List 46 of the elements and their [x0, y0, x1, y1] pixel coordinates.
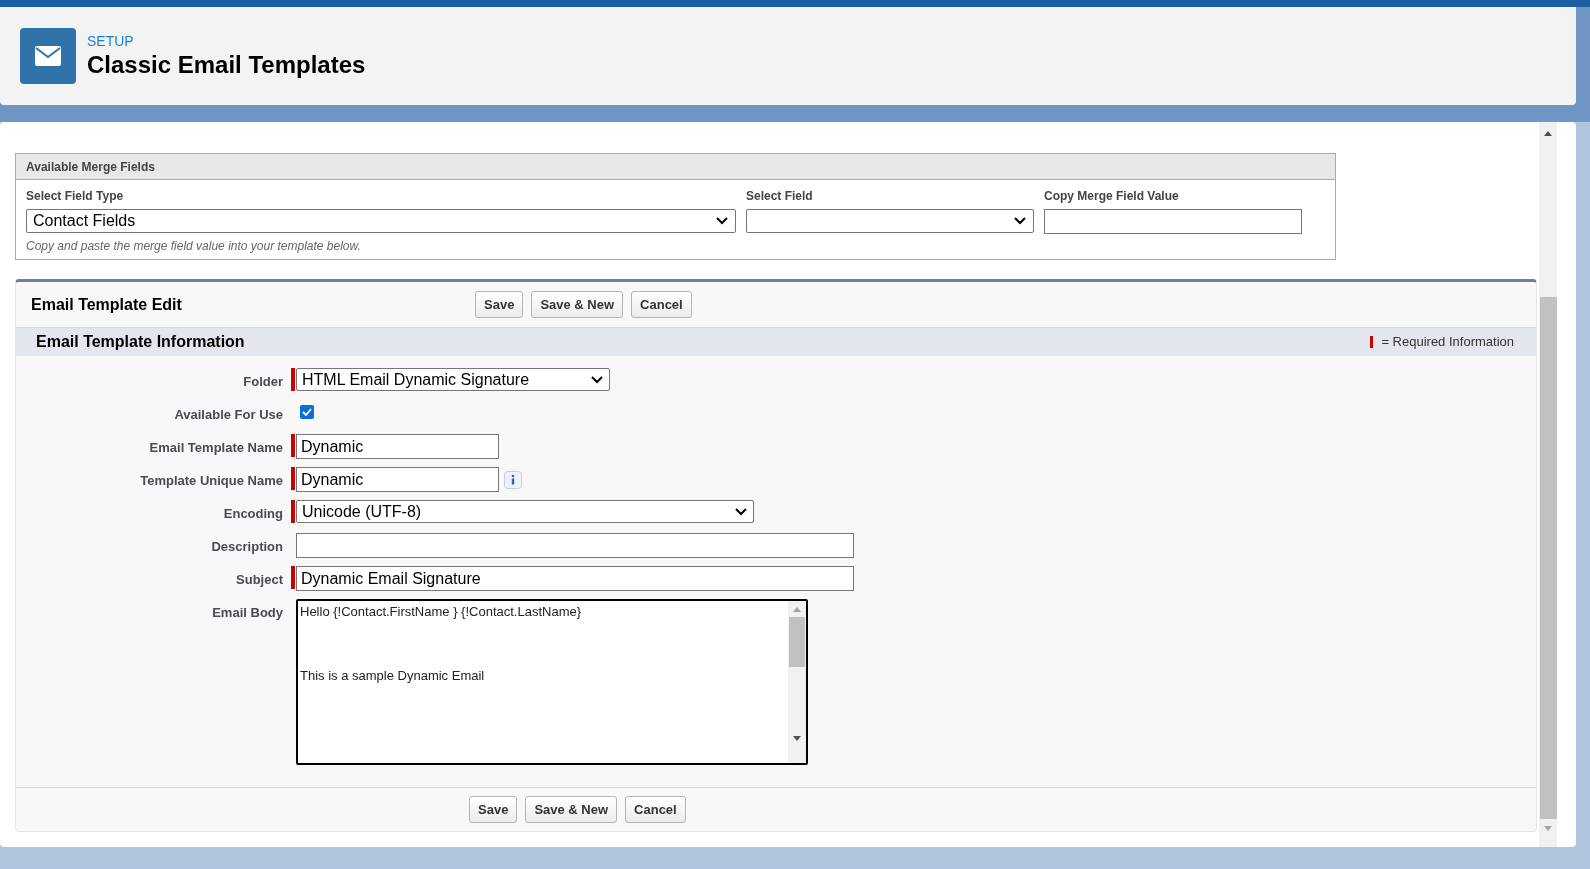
panel-title: Available Merge Fields — [26, 158, 155, 176]
field-label: Template Unique Name — [140, 473, 283, 488]
field-label: Encoding — [223, 506, 283, 521]
form-button[interactable]: Save & New — [525, 796, 618, 823]
scroll-down-icon[interactable] — [792, 735, 802, 743]
email-body-field[interactable]: Hello {!Contact.FirstName } {!Contact.LastName} This is a sample Dynamic Email — [296, 599, 808, 765]
breadcrumb[interactable]: SETUP — [87, 32, 366, 50]
field-label: Description — [211, 539, 283, 554]
chevron-down-icon — [1013, 216, 1027, 226]
scrollbar[interactable] — [788, 601, 806, 763]
field-label: Email Body — [212, 605, 283, 620]
chevron-down-icon — [715, 216, 729, 226]
chevron-down-icon — [734, 506, 748, 517]
section-title: Email Template Information — [36, 332, 245, 352]
scrollbar[interactable] — [1539, 122, 1557, 847]
form-button[interactable]: Cancel — [625, 796, 686, 823]
field-label: Copy Merge Field Value — [1044, 188, 1180, 205]
scroll-up-icon[interactable] — [1543, 129, 1553, 137]
page-title: Classic Email Templates — [87, 50, 366, 80]
form-button[interactable]: Save — [475, 291, 524, 318]
info-icon[interactable] — [504, 470, 522, 489]
select-field[interactable]: Contact Fields — [26, 209, 736, 233]
required-legend: = Required Information — [1381, 332, 1514, 352]
select-field[interactable]: Unicode (UTF-8) — [296, 500, 754, 523]
field-label: Select Field — [746, 188, 814, 205]
select-field[interactable]: HTML Email Dynamic Signature — [296, 368, 610, 391]
text-field[interactable]: Dynamic — [296, 467, 499, 492]
field-label: Available For Use — [174, 407, 283, 422]
select-field[interactable] — [746, 209, 1034, 233]
form-button[interactable]: Save & New — [531, 291, 624, 318]
field-label: Subject — [236, 572, 283, 587]
hint-text: Copy and paste the merge field value into your template below. — [26, 238, 362, 255]
edit-title: Email Template Edit — [30, 294, 183, 315]
text-field[interactable]: Dynamic — [296, 434, 499, 459]
text-field[interactable] — [1044, 209, 1302, 234]
checkbox[interactable] — [300, 405, 314, 419]
form-button[interactable]: Cancel — [631, 291, 692, 318]
form-button[interactable]: Save — [469, 796, 518, 823]
text-field[interactable] — [296, 533, 854, 558]
email-body-text: Hello {!Contact.FirstName } {!Contact.LastName} This is a sample Dynamic Email — [299, 603, 583, 685]
field-label: Select Field Type — [26, 188, 125, 205]
email-icon — [20, 28, 76, 84]
field-label: Email Template Name — [149, 440, 283, 455]
text-field[interactable]: Dynamic Email Signature — [296, 566, 854, 591]
chevron-down-icon — [590, 374, 604, 385]
field-label: Folder — [243, 374, 283, 389]
